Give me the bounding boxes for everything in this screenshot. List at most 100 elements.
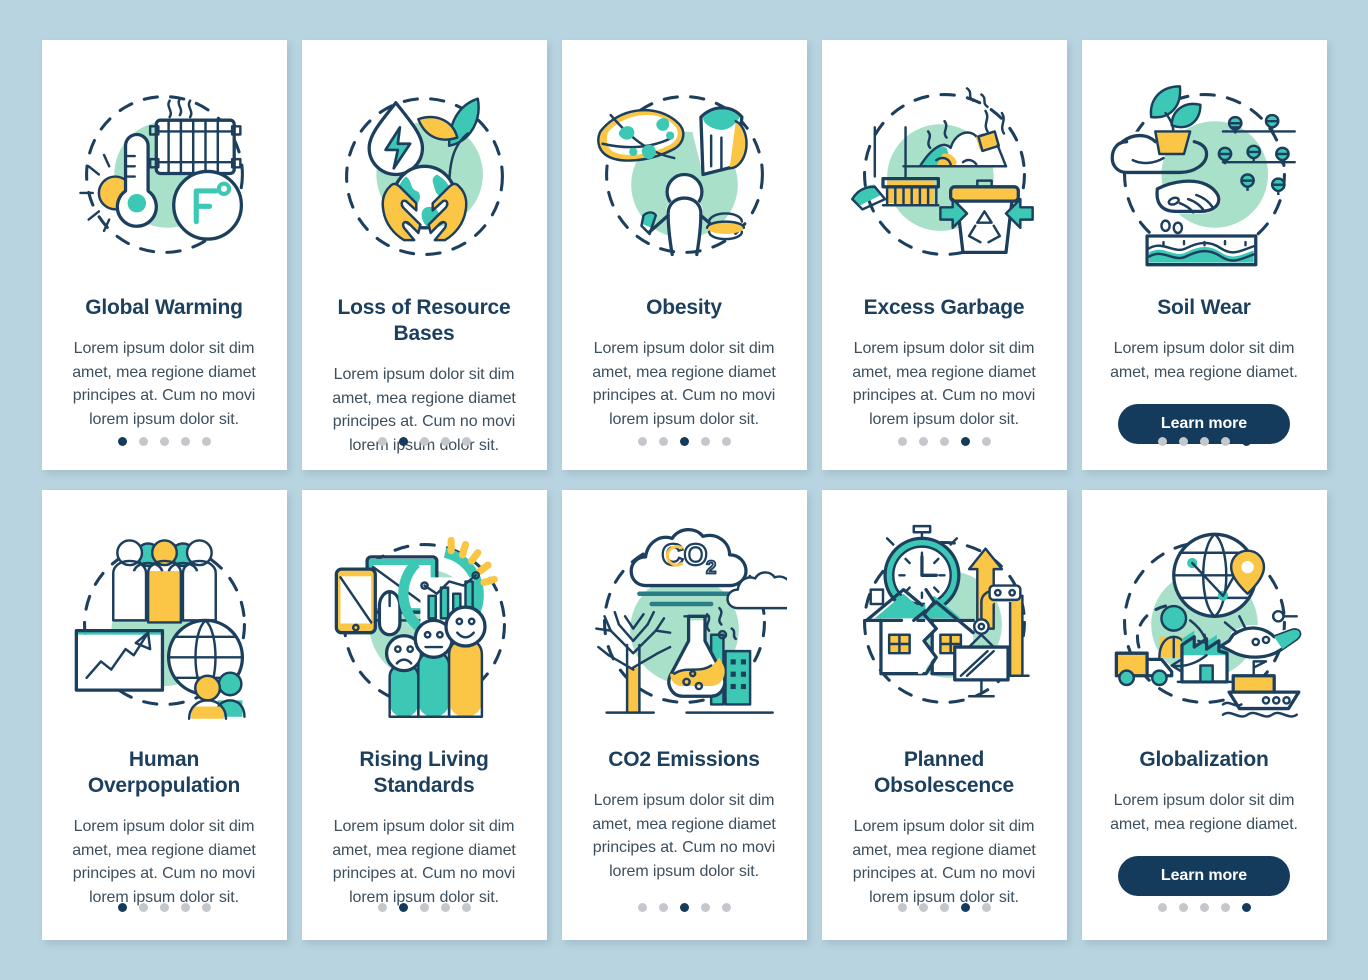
onboarding-card-global-warming[interactable]: Global Warming Lorem ipsum dolor sit dim… (41, 40, 287, 470)
devices-analytics-satisfaction-faces-icon (334, 536, 506, 718)
onboarding-card-human-overpopulation[interactable]: Human Overpopulation Lorem ipsum dolor s… (41, 490, 287, 940)
pagination-dot-5[interactable] (1241, 437, 1251, 446)
pagination-dot-4[interactable] (440, 903, 450, 912)
card-title: Human Overpopulation (87, 748, 241, 797)
pagination-dot-1[interactable] (117, 903, 127, 912)
pagination-dots[interactable] (42, 903, 287, 912)
pagination-dot-5[interactable] (1241, 903, 1251, 912)
pagination-dot-2[interactable] (658, 903, 668, 912)
card-title: Obesity (646, 296, 722, 319)
pagination-dots[interactable] (42, 437, 287, 446)
onboarding-card-co2-emissions[interactable]: CO 2 CO2 Emissions Lorem ipsum dolor sit… (561, 490, 807, 940)
pagination-dots[interactable] (562, 437, 807, 446)
onboarding-card-soil-wear[interactable]: Soil Wear Lorem ipsum dolor sit dim amet… (1081, 40, 1327, 470)
pagination-dot-3[interactable] (419, 437, 429, 446)
onboarding-card-obesity[interactable]: Obesity Lorem ipsum dolor sit dim amet, … (561, 40, 807, 470)
co2-cloud-dead-tree-factory-flask-icon: CO 2 (594, 528, 787, 714)
pagination-dot-2[interactable] (138, 437, 148, 446)
pagination-dot-4[interactable] (1220, 437, 1230, 446)
card-body: Lorem ipsum dolor sit dim amet, mea regi… (72, 818, 256, 906)
pagination-dots[interactable] (1082, 903, 1327, 912)
card-body: Lorem ipsum dolor sit dim amet, mea regi… (332, 818, 516, 906)
pagination-dot-4[interactable] (960, 903, 970, 912)
card-title: Rising Living Standards (359, 748, 489, 797)
pagination-dot-4[interactable] (700, 903, 710, 912)
pagination-dot-4[interactable] (700, 437, 710, 446)
pagination-dot-2[interactable] (918, 903, 928, 912)
pagination-dot-2[interactable] (1178, 437, 1188, 446)
card-body: Lorem ipsum dolor sit dim amet, mea regi… (852, 818, 1036, 906)
pagination-dot-1[interactable] (377, 903, 387, 912)
pagination-dot-3[interactable] (939, 437, 949, 446)
pagination-dot-4[interactable] (960, 437, 970, 446)
pizza-fries-burger-person-icon (596, 95, 764, 257)
pagination-dot-5[interactable] (721, 437, 731, 446)
pagination-dot-2[interactable] (918, 437, 928, 446)
pagination-dot-3[interactable] (939, 903, 949, 912)
pagination-dot-1[interactable] (377, 437, 387, 446)
pagination-dot-3[interactable] (159, 437, 169, 446)
pagination-dot-1[interactable] (897, 437, 907, 446)
pagination-dot-4[interactable] (180, 437, 190, 446)
onboarding-card-planned-obsolescence[interactable]: Planned Obsolescence Lorem ipsum dolor s… (821, 490, 1067, 940)
pagination-dot-4[interactable] (180, 903, 190, 912)
pagination-dot-1[interactable] (1157, 437, 1167, 446)
pagination-dot-2[interactable] (398, 437, 408, 446)
svg-text:2: 2 (706, 556, 716, 577)
card-title: Global Warming (85, 296, 243, 319)
card-body: Lorem ipsum dolor sit dim amet, mea regi… (592, 340, 776, 428)
card-body: Lorem ipsum dolor sit dim amet, mea regi… (1110, 792, 1298, 833)
pagination-dots[interactable] (302, 903, 547, 912)
crowd-growth-chart-globe-icon (74, 539, 246, 721)
onboarding-card-excess-garbage[interactable]: Excess Garbage Lorem ipsum dolor sit dim… (821, 40, 1067, 470)
card-title: Soil Wear (1157, 296, 1251, 319)
pagination-dot-5[interactable] (981, 437, 991, 446)
card-title: CO2 Emissions (608, 748, 760, 771)
pagination-dot-5[interactable] (201, 437, 211, 446)
pagination-dot-2[interactable] (658, 437, 668, 446)
pagination-dots[interactable] (562, 903, 807, 912)
pagination-dot-5[interactable] (461, 437, 471, 446)
pagination-dot-1[interactable] (1157, 903, 1167, 912)
card-title: Loss of Resource Bases (337, 296, 511, 345)
card-body: Lorem ipsum dolor sit dim amet, mea regi… (1110, 340, 1298, 381)
pagination-dot-2[interactable] (1178, 903, 1188, 912)
pagination-dot-1[interactable] (637, 437, 647, 446)
pagination-dot-1[interactable] (117, 437, 127, 446)
card-body: Lorem ipsum dolor sit dim amet, mea regi… (852, 340, 1036, 428)
card-body: Lorem ipsum dolor sit dim amet, mea regi… (592, 792, 776, 880)
pagination-dot-3[interactable] (1199, 437, 1209, 446)
pagination-dot-4[interactable] (440, 437, 450, 446)
pagination-dot-1[interactable] (637, 903, 647, 912)
pagination-dot-5[interactable] (461, 903, 471, 912)
pagination-dot-1[interactable] (897, 903, 907, 912)
pagination-dot-2[interactable] (398, 903, 408, 912)
pagination-dot-5[interactable] (721, 903, 731, 912)
pagination-dot-5[interactable] (201, 903, 211, 912)
onboarding-screens-board: Global Warming Lorem ipsum dolor sit dim… (0, 0, 1368, 980)
pagination-dot-3[interactable] (679, 437, 689, 446)
card-title: Excess Garbage (863, 296, 1025, 319)
onboarding-card-rising-living-standards[interactable]: Rising Living Standards Lorem ipsum dolo… (301, 490, 547, 940)
learn-more-button[interactable]: Learn more (1118, 856, 1290, 896)
thermometer-radiator-fahrenheit-icon (78, 95, 244, 254)
pagination-dots[interactable] (822, 437, 1067, 446)
onboarding-card-globalization[interactable]: Globalization Lorem ipsum dolor sit dim … (1081, 490, 1327, 940)
clock-broken-house-crane-monitor-icon (862, 524, 1030, 704)
pagination-dot-2[interactable] (138, 903, 148, 912)
card-title: Globalization (1139, 748, 1269, 771)
pagination-dot-5[interactable] (981, 903, 991, 912)
pagination-dot-3[interactable] (419, 903, 429, 912)
pagination-dots[interactable] (302, 437, 547, 446)
broom-trash-pile-recycle-bin-icon (850, 87, 1034, 256)
pagination-dots[interactable] (1082, 437, 1327, 446)
pagination-dots[interactable] (822, 903, 1067, 912)
water-drop-energy-earth-hands-leaf-icon (344, 97, 504, 256)
hand-sprout-field-soil-layers-icon (1110, 85, 1296, 267)
pagination-dot-3[interactable] (159, 903, 169, 912)
pagination-dot-4[interactable] (1220, 903, 1230, 912)
globe-pin-truck-factory-plane-ship-icon (1114, 532, 1301, 718)
onboarding-card-loss-of-resource-bases[interactable]: Loss of Resource Bases Lorem ipsum dolor… (301, 40, 547, 470)
pagination-dot-3[interactable] (1199, 903, 1209, 912)
pagination-dot-3[interactable] (679, 903, 689, 912)
